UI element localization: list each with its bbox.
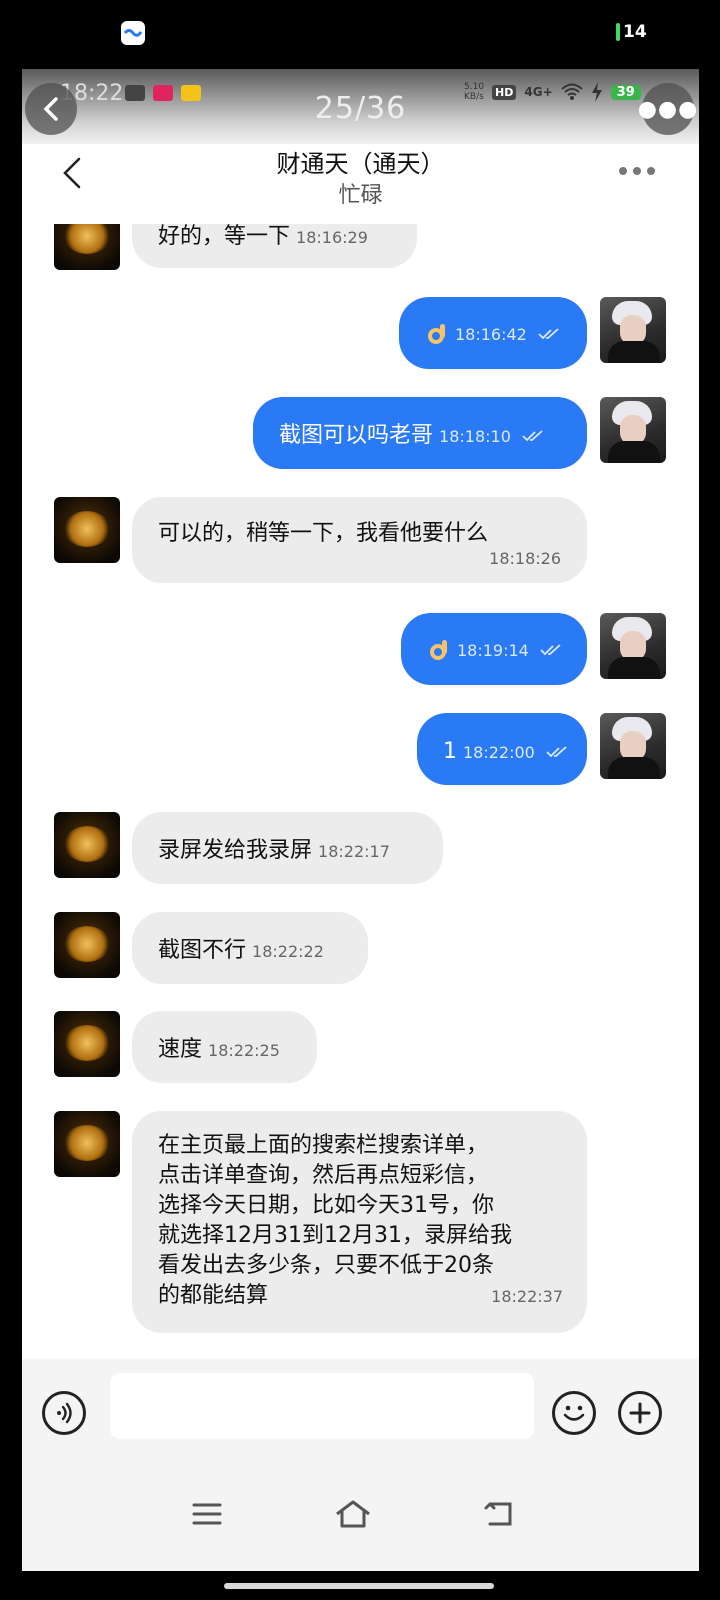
screenshot-viewer: 18:22 5.10 KB/s HD 4G+ 39 25/36 ●●● 财通天（… — [22, 69, 699, 1571]
message-text: 截图不行 — [158, 938, 247, 963]
ok-hand-emoji-icon — [428, 324, 445, 344]
message-bubble[interactable]: 好的，等一下 18:16:29 — [132, 224, 417, 268]
message-time: 18:22:25 — [208, 1041, 280, 1060]
message-bubble[interactable]: 18:16:42 — [399, 297, 587, 369]
message-time: 18:22:37 — [491, 1287, 563, 1306]
message-time: 18:19:14 — [457, 641, 529, 660]
chat-more-button[interactable] — [612, 156, 662, 186]
battery-icon — [616, 23, 620, 41]
message-bubble[interactable]: 18:19:14 — [401, 613, 587, 685]
home-indicator[interactable] — [224, 1583, 494, 1589]
contact-avatar[interactable] — [54, 1011, 120, 1077]
message-bubble[interactable]: 在主页最上面的搜索栏搜索详单， 点击详单查询，然后再点短彩信， 选择今天日期，比… — [132, 1111, 587, 1333]
voice-icon — [57, 1402, 72, 1424]
message-text: 录屏发给我录屏 — [158, 838, 313, 863]
menu-icon — [192, 1503, 222, 1525]
device-status-bar: 14 — [0, 0, 720, 66]
message-bubble[interactable]: 可以的，稍等一下，我看他要什么 18:18:26 — [132, 497, 587, 583]
emoji-button[interactable] — [552, 1391, 596, 1435]
voice-button[interactable] — [42, 1391, 86, 1435]
read-receipt-icon — [546, 746, 567, 758]
message-time: 18:22:17 — [318, 842, 390, 861]
nav-back-button[interactable] — [475, 1492, 525, 1536]
app-notification-icon — [121, 21, 145, 45]
contact-avatar[interactable] — [54, 224, 120, 270]
add-attachment-button[interactable] — [618, 1391, 662, 1435]
back-icon — [484, 1502, 512, 1526]
message-bubble[interactable]: 截图可以吗老哥 18:18:10 — [253, 397, 587, 469]
smiley-icon — [563, 1405, 585, 1421]
message-bubble[interactable]: 速度 18:22:25 — [132, 1011, 317, 1083]
contact-status: 忙碌 — [338, 183, 383, 208]
message-text-line: 点击详单查询，然后再点短彩信， — [158, 1163, 489, 1188]
message-text-line: 在主页最上面的搜索栏搜索详单， — [158, 1133, 489, 1158]
message-text: 截图可以吗老哥 — [279, 423, 434, 448]
plus-icon — [629, 1402, 651, 1424]
message-bubble[interactable]: 录屏发给我录屏 18:22:17 — [132, 812, 443, 884]
message-bubble[interactable]: 截图不行 18:22:22 — [132, 912, 368, 984]
chat-title: 财通天（通天） — [276, 150, 445, 178]
message-text: 好的，等一下 — [158, 224, 291, 249]
message-text: 1 — [443, 739, 457, 764]
image-counter: 25/36 — [314, 91, 407, 126]
read-receipt-icon — [538, 328, 559, 340]
battery-indicator: 14 — [616, 22, 647, 42]
contact-avatar[interactable] — [54, 497, 120, 563]
nav-menu-button[interactable] — [182, 1492, 232, 1536]
message-bubble[interactable]: 1 18:22:00 — [417, 713, 587, 785]
nav-home-button[interactable] — [328, 1492, 378, 1536]
message-input[interactable] — [110, 1373, 534, 1439]
battery-level: 14 — [623, 22, 647, 42]
read-receipt-icon — [522, 430, 543, 442]
viewer-back-button[interactable] — [25, 83, 77, 135]
message-text: 可以的，稍等一下，我看他要什么 — [158, 521, 489, 546]
message-input-bar — [22, 1359, 699, 1464]
chevron-left-icon — [43, 97, 58, 121]
message-text: 速度 — [158, 1037, 203, 1062]
message-time: 18:18:26 — [489, 549, 561, 568]
message-text-line: 选择今天日期，比如今天31号，你 — [158, 1193, 494, 1218]
contact-avatar[interactable] — [54, 912, 120, 978]
viewer-more-button[interactable]: ●●● — [638, 83, 697, 135]
more-icon: ●●● — [637, 96, 699, 122]
message-time: 18:16:29 — [296, 228, 368, 247]
message-list: 好的，等一下 18:16:29 18:16:42 截图可以吗老哥 18:18:10 … — [22, 224, 699, 1459]
my-avatar[interactable] — [600, 613, 666, 679]
message-text-line: 就选择12月31到12月31，录屏给我 — [158, 1223, 512, 1248]
ok-hand-emoji-icon — [430, 640, 447, 660]
read-receipt-icon — [540, 644, 561, 656]
message-text-line: 的都能结算 — [158, 1283, 269, 1308]
viewer-header: 18:22 5.10 KB/s HD 4G+ 39 25/36 ●●● — [22, 69, 699, 144]
my-avatar[interactable] — [600, 297, 666, 363]
contact-avatar[interactable] — [54, 1111, 120, 1177]
my-avatar[interactable] — [600, 397, 666, 463]
message-time: 18:16:42 — [455, 325, 527, 344]
my-avatar[interactable] — [600, 713, 666, 779]
message-time: 18:22:00 — [463, 743, 535, 762]
chat-header: 财通天（通天） 忙碌 — [22, 144, 699, 224]
message-time: 18:18:10 — [439, 427, 511, 446]
message-time: 18:22:22 — [252, 942, 324, 961]
message-text-line: 看发出去多少条，只要不低于20条 — [158, 1253, 494, 1278]
home-icon — [336, 1500, 370, 1528]
contact-avatar[interactable] — [54, 812, 120, 878]
system-nav-bar — [22, 1464, 699, 1571]
